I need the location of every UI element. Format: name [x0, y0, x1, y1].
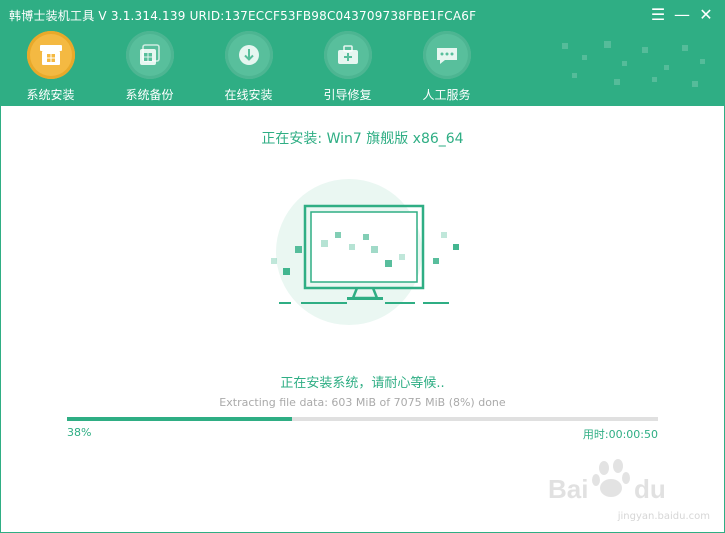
tab-system-install[interactable]: 系统安装	[1, 29, 100, 105]
progress-bar	[67, 417, 658, 421]
title-bar: 韩博士装机工具 V 3.1.314.139 URID:137ECCF53FB98…	[1, 1, 724, 106]
tab-system-backup[interactable]: 系统备份	[100, 29, 199, 105]
tab-label: 在线安装	[224, 88, 273, 102]
install-status: 正在安装系统，请耐心等候..	[280, 376, 445, 391]
monitor-illustration	[271, 179, 459, 325]
tab-chat-service[interactable]: 人工服务	[397, 29, 496, 105]
progress-percent: 38%	[67, 426, 92, 439]
progress-fill	[67, 417, 292, 421]
chat-service-icon	[422, 31, 471, 79]
window-title: 韩博士装机工具 V 3.1.314.139 URID:137ECCF53FB98…	[9, 9, 477, 23]
tab-label: 系统安装	[26, 88, 75, 102]
tab-label: 引导修复	[323, 88, 372, 102]
svg-text:Bai: Bai	[548, 474, 588, 504]
extract-detail: Extracting file data: 603 MiB of 7075 Mi…	[219, 396, 506, 409]
system-install-icon	[26, 31, 75, 79]
install-panel: 正在安装: Win7 旗舰版 x86_64 正在安装系统，请耐心等候.. Ext…	[1, 106, 724, 532]
main-tabs: 系统安装 系统备份 在线安装 引导修复 人工服务	[1, 29, 496, 105]
online-install-icon	[224, 31, 273, 79]
watermark-text: jingyan.baidu.com	[617, 511, 710, 522]
boot-repair-icon	[323, 31, 372, 79]
elapsed-time: 用时:00:00:50	[582, 428, 658, 441]
tab-label: 系统备份	[125, 88, 174, 102]
tab-label: 人工服务	[422, 88, 471, 102]
install-title: 正在安装: Win7 旗舰版 x86_64	[261, 131, 464, 147]
menu-icon[interactable]: ☰	[648, 4, 668, 24]
system-backup-icon	[125, 31, 174, 79]
tab-online-install[interactable]: 在线安装	[199, 29, 298, 105]
tab-boot-repair[interactable]: 引导修复	[298, 29, 397, 105]
svg-text:du: du	[634, 474, 666, 504]
close-icon[interactable]: ✕	[696, 4, 716, 24]
minimize-icon[interactable]: —	[672, 4, 692, 24]
dots-decoration	[562, 41, 705, 87]
app-window: 韩博士装机工具 V 3.1.314.139 URID:137ECCF53FB98…	[0, 0, 725, 533]
